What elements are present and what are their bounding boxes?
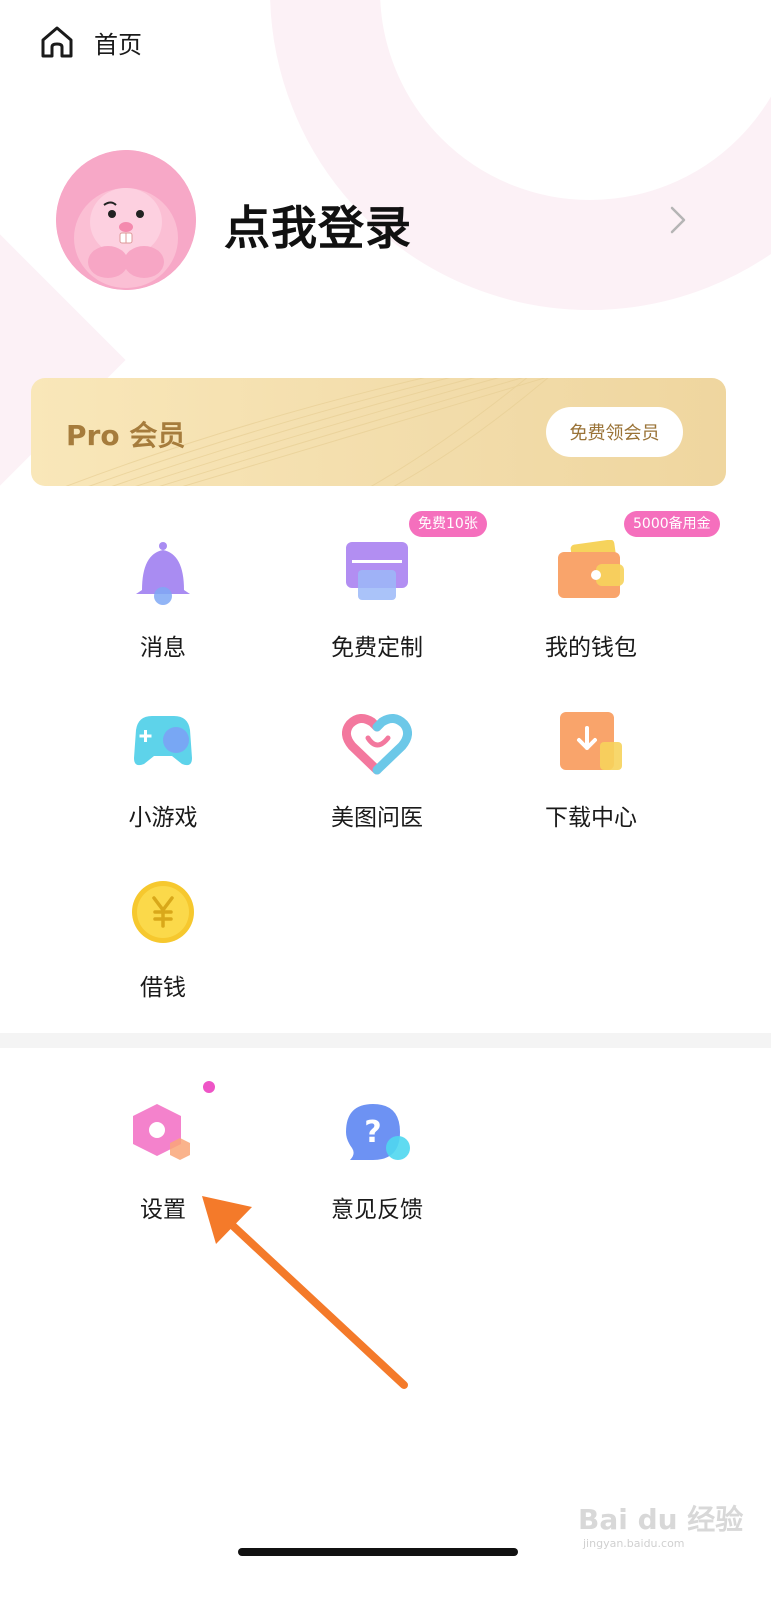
annotation-arrow — [202, 1196, 408, 1389]
profile-page: 首页 点我登录 Pro 会员 免费领会员 消息 免费定制 免费10张 我的钱包 … — [0, 0, 771, 1599]
baidu-watermark-url: jingyan.baidu.com — [583, 1537, 685, 1550]
home-indicator[interactable] — [238, 1548, 518, 1556]
baidu-watermark: Bai du 经验 — [578, 1503, 744, 1536]
